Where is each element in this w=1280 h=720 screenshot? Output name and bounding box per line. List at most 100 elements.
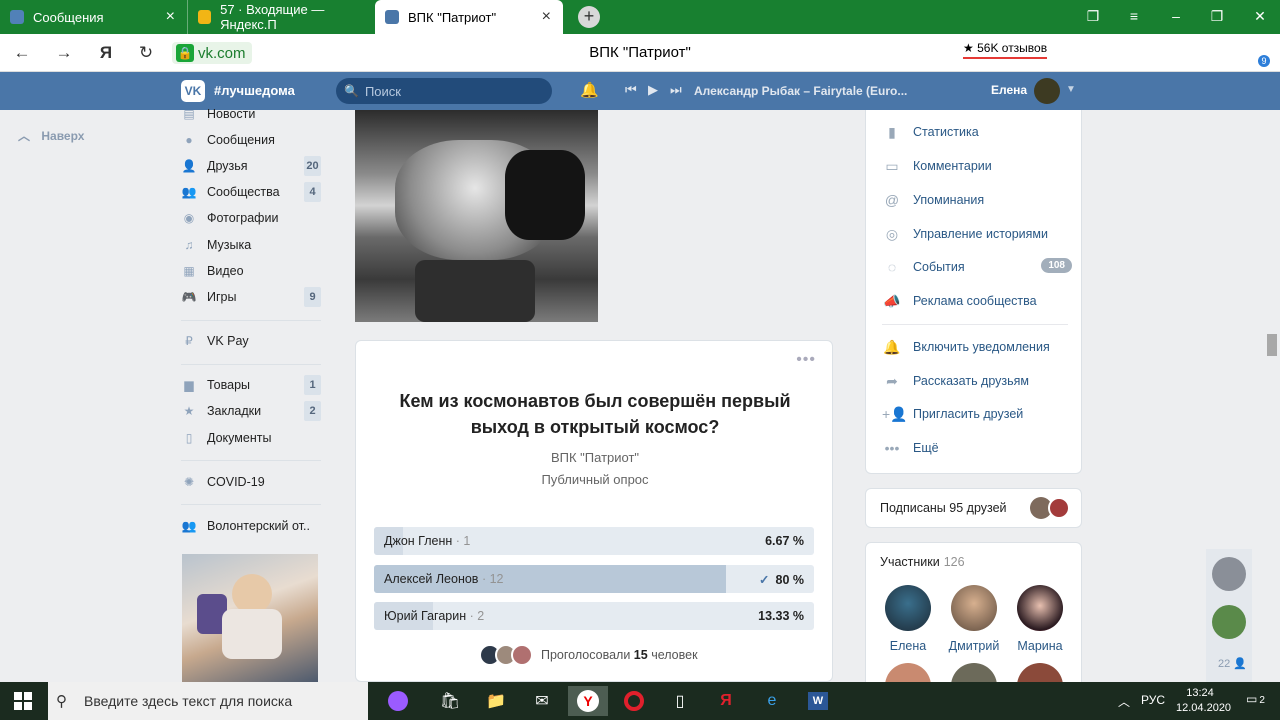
yandex-icon[interactable]: Я: [96, 43, 116, 63]
avatar[interactable]: [1212, 605, 1246, 639]
nav-item-games[interactable]: 🎮 Игры 9: [181, 287, 321, 307]
member-item[interactable]: Елена: [878, 585, 938, 653]
new-tab-button[interactable]: +: [578, 6, 600, 28]
poll-option[interactable]: Алексей Леонов · 12 ✓ 80 %: [374, 565, 814, 593]
yandex-browser-icon[interactable]: Y: [568, 686, 608, 716]
menu-item-ads[interactable]: 📣 Реклама сообщества: [882, 291, 1072, 311]
members-title[interactable]: Участники 126: [880, 555, 965, 569]
member-item[interactable]: Дмитрий: [944, 585, 1004, 653]
mail-icon[interactable]: ✉: [522, 686, 562, 716]
nav-item-documents[interactable]: ▯ Документы: [181, 428, 321, 448]
invite-icon: +👤: [882, 405, 908, 422]
chevron-down-icon[interactable]: ▼: [1066, 84, 1076, 95]
store-icon[interactable]: 🛍: [430, 686, 470, 716]
word-icon[interactable]: W: [798, 686, 838, 716]
more-options-icon[interactable]: •••: [796, 351, 816, 369]
megaphone-icon: 📣: [883, 292, 901, 309]
comment-icon: ▭: [885, 157, 899, 174]
member-item[interactable]: Марина: [1010, 585, 1070, 653]
close-icon[interactable]: ×: [542, 9, 551, 25]
avatar: [951, 585, 997, 631]
folder-icon[interactable]: 📁: [476, 686, 516, 716]
friends-subscribed-box[interactable]: Подписаны 95 друзей: [865, 488, 1082, 528]
edge-icon[interactable]: e: [752, 686, 792, 716]
maximize-icon[interactable]: ❐: [1207, 8, 1227, 25]
notifications-icon[interactable]: ▭ 2: [1246, 692, 1265, 706]
nav-item-photos[interactable]: ◉ Фотографии: [181, 208, 321, 228]
yandex-mail-icon: [198, 10, 212, 24]
play-icon[interactable]: ▶: [648, 82, 658, 98]
next-track-icon[interactable]: ⏭: [670, 82, 682, 98]
back-to-top-button[interactable]: ︿ Наверх: [18, 127, 84, 144]
vk-messages-icon: [10, 10, 24, 24]
opera-icon[interactable]: [614, 686, 654, 716]
nav-item-goods[interactable]: ▆ Товары 1: [181, 375, 321, 395]
windows-start-icon[interactable]: [14, 692, 32, 710]
nav-item-news[interactable]: ▤ Новости: [181, 104, 321, 124]
poll-option[interactable]: Джон Гленн · 1 6.67 %: [374, 527, 814, 555]
menu-item-invite[interactable]: +👤 Пригласить друзей: [882, 404, 1072, 424]
vk-logo-icon[interactable]: VK: [181, 80, 205, 102]
menu-icon[interactable]: ≡: [1124, 8, 1144, 24]
poll-author[interactable]: ВПК "Патриот": [356, 450, 834, 465]
friends-icon: 👤: [181, 159, 197, 173]
nav-item-vkpay[interactable]: ₽ VK Pay: [181, 331, 321, 351]
previous-track-icon[interactable]: ⏮: [625, 82, 637, 98]
poll-option[interactable]: Юрий Гагарин · 2 13.33 %: [374, 602, 814, 630]
avatar[interactable]: [1212, 557, 1246, 591]
menu-item-stories[interactable]: ◎ Управление историями: [882, 224, 1072, 244]
menu-item-events[interactable]: ◌ События 108: [882, 257, 1072, 277]
yandex-icon[interactable]: Я: [706, 686, 746, 716]
star-icon: ★: [183, 404, 195, 418]
video-icon: ▦: [183, 264, 195, 278]
nav-item-music[interactable]: ♫ Музыка: [181, 235, 321, 255]
menu-item-share[interactable]: ➦ Рассказать друзьям: [882, 371, 1072, 391]
nav-item-messages[interactable]: ● Сообщения: [181, 130, 321, 150]
poll-voters[interactable]: Проголосовали 15 человек: [479, 644, 698, 666]
menu-item-mentions[interactable]: @ Упоминания: [882, 190, 1072, 210]
back-icon[interactable]: ←: [12, 43, 32, 63]
close-window-icon[interactable]: ✕: [1250, 8, 1270, 25]
close-icon[interactable]: ×: [166, 9, 175, 25]
messages-icon: ●: [185, 133, 193, 147]
volunteer-group-image[interactable]: [182, 554, 318, 682]
reviews-badge[interactable]: ★ 56K отзывов: [963, 41, 1048, 59]
menu-item-comments[interactable]: ▭ Комментарии: [882, 156, 1072, 176]
reload-icon[interactable]: ↻: [136, 43, 156, 63]
avatar[interactable]: [1034, 78, 1060, 104]
alice-icon[interactable]: [378, 686, 418, 716]
url-field[interactable]: 🔒 vk.com: [172, 42, 252, 64]
members-box: Участники 126 Елена Дмитрий Марина: [865, 542, 1082, 709]
chevron-up-icon[interactable]: ︿: [1118, 693, 1130, 710]
nav-item-video[interactable]: ▦ Видео: [181, 261, 321, 281]
menu-item-more[interactable]: ••• Ещё: [882, 438, 1072, 458]
nav-item-volunteer[interactable]: 👥 Волонтерский от..: [181, 516, 321, 536]
user-name[interactable]: Елена: [991, 83, 1027, 97]
cosmonaut-photo[interactable]: [355, 110, 598, 322]
taskbar-search-input[interactable]: ⚲ Введите здесь текст для поиска: [48, 682, 368, 720]
menu-item-stats[interactable]: ▮ Статистика: [882, 122, 1072, 142]
nav-item-friends[interactable]: 👤 Друзья 20: [181, 156, 321, 176]
tab-messages[interactable]: Сообщения ×: [0, 0, 188, 34]
menu-item-notifications[interactable]: 🔔 Включить уведомления: [882, 337, 1072, 357]
forward-icon[interactable]: →: [54, 43, 74, 63]
minimize-icon[interactable]: –: [1166, 8, 1186, 24]
clock[interactable]: 13:24 12.04.2020: [1176, 686, 1231, 716]
search-input[interactable]: 🔍 Поиск: [336, 78, 552, 104]
online-count[interactable]: 22 👤: [1218, 657, 1247, 670]
tab-yandex-mail[interactable]: 57 · Входящие — Яндекс.П: [188, 0, 374, 34]
bag-icon: ▆: [184, 378, 194, 392]
tab-vpk-patriot[interactable]: ВПК "Патриот" ×: [375, 0, 563, 34]
hashtag-link[interactable]: #лучшедома: [214, 83, 295, 98]
nav-item-communities[interactable]: 👥 Сообщества 4: [181, 182, 321, 202]
language-indicator[interactable]: РУС: [1141, 693, 1165, 707]
collections-icon[interactable]: ❐: [1083, 8, 1103, 25]
chevron-up-icon: ︿: [18, 129, 31, 143]
nav-item-bookmarks[interactable]: ★ Закладки 2: [181, 401, 321, 421]
current-track[interactable]: Александр Рыбак – Fairytale (Euro...: [694, 84, 907, 98]
browser-tab-bar: Сообщения × 57 · Входящие — Яндекс.П ВПК…: [0, 0, 1280, 34]
file-icon[interactable]: ▯: [660, 686, 700, 716]
notifications-bell-icon[interactable]: 🔔: [580, 81, 599, 99]
scrollbar[interactable]: [1267, 334, 1277, 356]
nav-item-covid[interactable]: ✺ COVID-19: [181, 472, 321, 492]
